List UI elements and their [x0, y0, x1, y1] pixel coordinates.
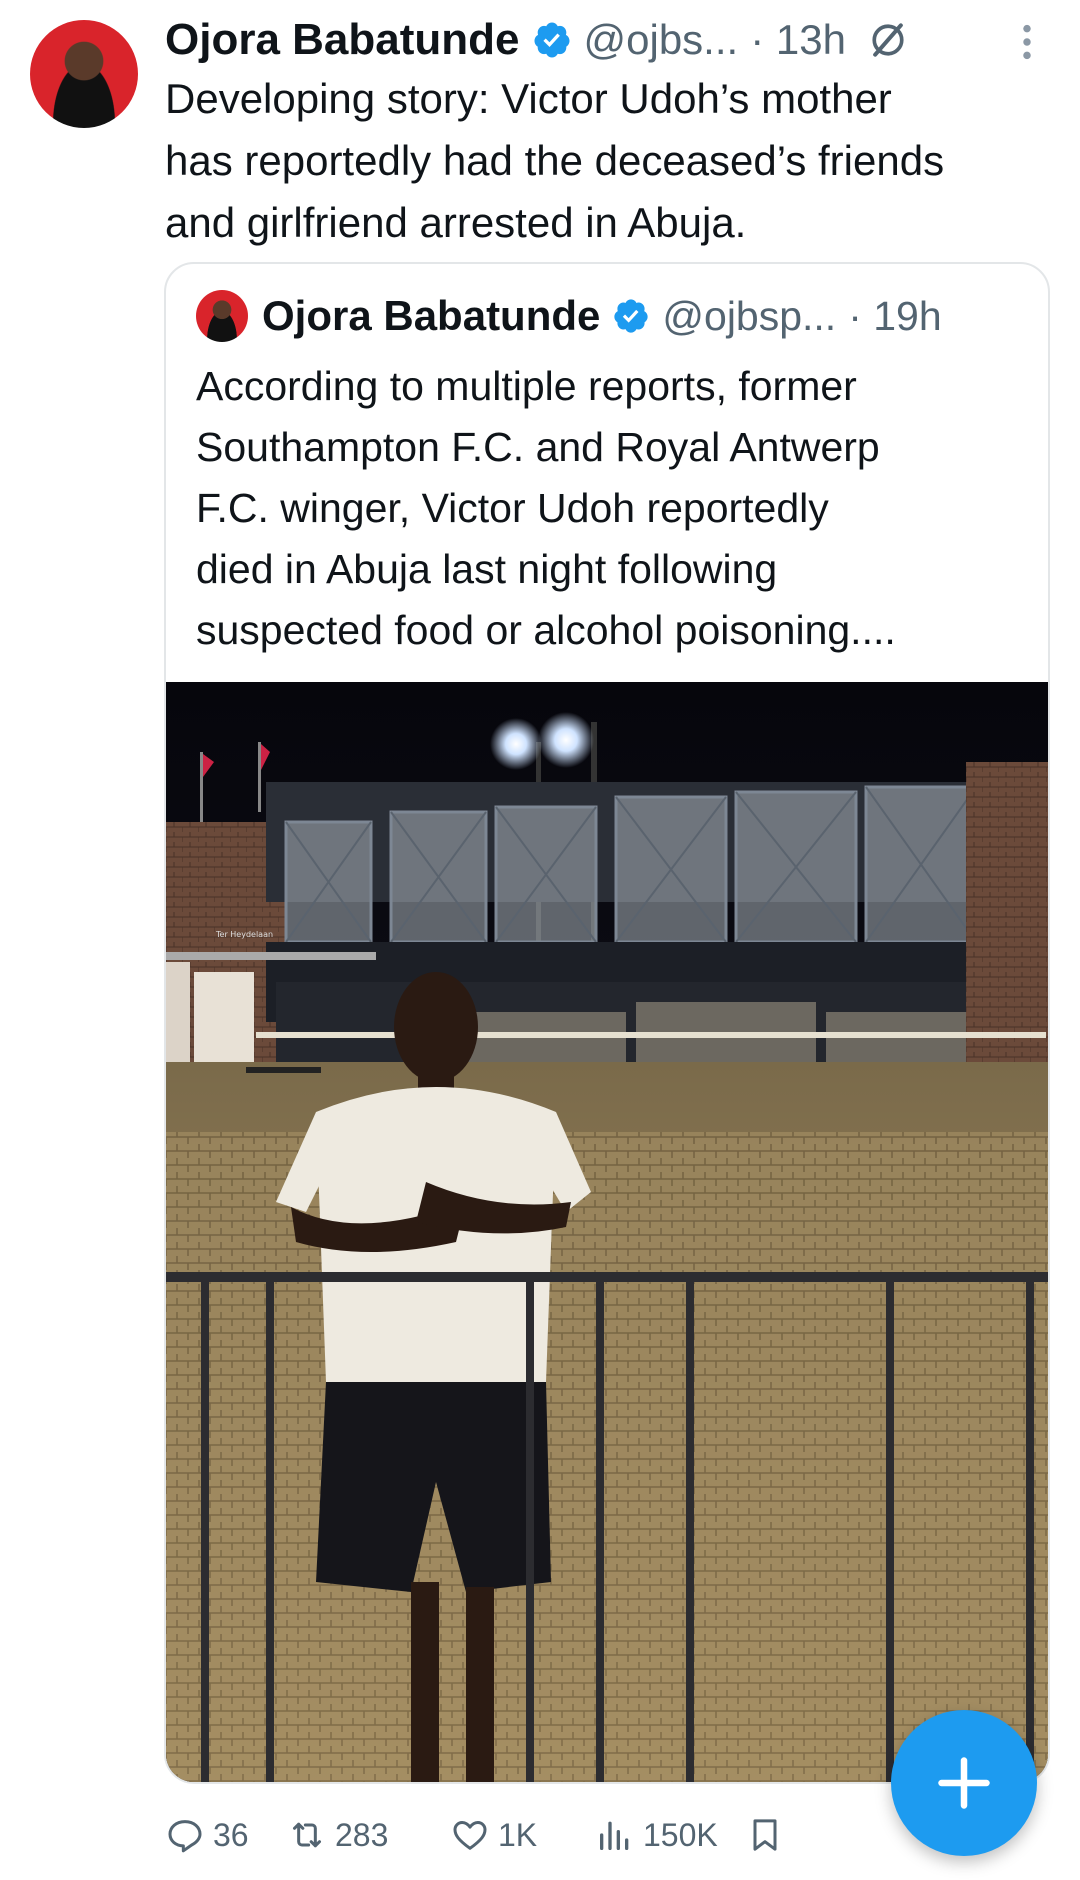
quoted-author-handle: @ojbsp... — [662, 292, 837, 339]
tweet-text-line: has reportedly had the deceased’s friend… — [165, 137, 945, 184]
verified-badge-icon — [533, 22, 569, 58]
quoted-tweet-time: · 19h — [848, 292, 942, 339]
repost-count: 283 — [335, 1816, 389, 1853]
reply-button[interactable]: 36 — [165, 1810, 249, 1860]
quoted-tweet-text: According to multiple reports, former So… — [196, 356, 1036, 661]
like-count: 1K — [498, 1816, 538, 1853]
views-button[interactable]: 150K — [595, 1810, 718, 1860]
tweet-header: Ojora Babatunde @ojbs... · 13h — [165, 10, 910, 70]
reply-count: 36 — [213, 1816, 249, 1853]
like-icon — [453, 1821, 487, 1850]
more-vertical-icon[interactable] — [1010, 22, 1044, 62]
author-name[interactable]: Ojora Babatunde — [165, 15, 520, 65]
quoted-text-line: According to multiple reports, former — [196, 363, 857, 409]
author-handle[interactable]: @ojbs... — [584, 16, 739, 64]
bookmark-icon — [753, 1819, 777, 1851]
quoted-author-name: Ojora Babatunde — [262, 292, 601, 339]
quoted-text-line: Southampton F.C. and Royal Antwerp — [196, 424, 880, 470]
like-button[interactable]: 1K — [450, 1810, 537, 1860]
quoted-text-line: F.C. winger, Victor Udoh reportedly — [196, 485, 829, 531]
photo-sign-text: Ter Heydelaan — [215, 930, 273, 939]
quoted-tweet-photo[interactable]: Ter Heydelaan — [166, 682, 1048, 1782]
tweet-text: Developing story: Victor Udoh’s mother h… — [165, 68, 1065, 254]
quoted-text-line: died in Abuja last night following — [196, 546, 778, 592]
tweet-text-line: and girlfriend arrested in Abuja. — [165, 199, 747, 246]
repost-button[interactable]: 283 — [287, 1810, 388, 1860]
quoted-author-avatar — [196, 290, 248, 342]
tweet-text-line: Developing story: Victor Udoh’s mother — [165, 75, 892, 122]
author-avatar[interactable] — [30, 20, 138, 128]
bookmark-button[interactable] — [745, 1810, 793, 1860]
grok-icon[interactable] — [866, 18, 910, 62]
views-count: 150K — [643, 1816, 718, 1853]
tweet-time[interactable]: · 13h — [750, 16, 846, 64]
quoted-tweet-card[interactable]: Ojora Babatunde @ojbsp... · 19h Accordin… — [164, 262, 1050, 1784]
quoted-tweet-header: Ojora Babatunde @ojbsp... · 19h — [196, 288, 942, 344]
tweet-action-bar: 36 283 1K 150K — [165, 1810, 1045, 1860]
photo-illustration: Ter Heydelaan — [166, 682, 1048, 1782]
repost-icon — [293, 1822, 321, 1848]
reply-icon — [168, 1820, 202, 1853]
compose-plus-icon — [938, 1757, 990, 1809]
quoted-text-line: suspected food or alcohol poisoning.... — [196, 607, 896, 653]
verified-badge-icon — [614, 299, 649, 333]
views-icon — [600, 1821, 629, 1850]
